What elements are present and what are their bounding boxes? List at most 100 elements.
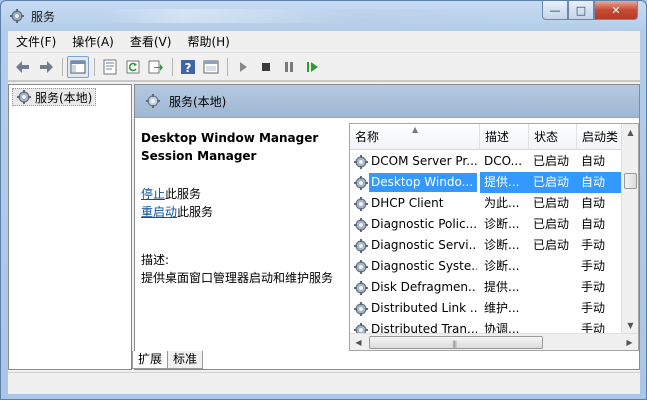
cell-description: 诊断... (484, 217, 520, 231)
sort-ascending-icon: ▲ (412, 125, 419, 134)
cell-name: DHCP Client (350, 193, 480, 214)
view-button[interactable] (200, 56, 222, 78)
status-bar (8, 372, 640, 394)
show-console-tree-button[interactable] (67, 55, 89, 78)
cell-status: 已启动 (533, 154, 570, 168)
tab-standard[interactable]: 标准 (167, 351, 204, 369)
forward-button[interactable] (35, 56, 57, 78)
cell-description: 为此... (484, 196, 520, 210)
stop-service-link[interactable]: 停止 (141, 187, 165, 201)
console-tree-icon (70, 60, 86, 73)
cell-name: Desktop Windo... (350, 172, 480, 193)
help-button[interactable]: ? (177, 56, 199, 78)
gear-icon (354, 301, 368, 316)
table-row[interactable]: Diagnostic Syste... 诊断... 手动 (350, 256, 622, 277)
cell-status (529, 277, 577, 298)
table-row[interactable]: Desktop Windo... 提供... 已启动 自动 (350, 172, 622, 193)
cell-description: 诊断... (484, 238, 520, 252)
gear-icon (354, 175, 368, 190)
cell-startup-type: 手动 (581, 259, 606, 273)
table-row[interactable]: DCOM Server Pr... DCO... 已启动 自动 (350, 151, 622, 172)
view-tabs: 扩展 标准 (132, 351, 204, 369)
table-row[interactable]: Disk Defragmen... 提供... 手动 (350, 277, 622, 298)
services-app-icon (10, 9, 24, 23)
service-name: DCOM Server Pr... (371, 154, 477, 168)
cell-status (529, 298, 577, 319)
cell-status (529, 256, 577, 277)
service-name: Diagnostic Syste... (371, 259, 477, 273)
scroll-right-arrow-icon[interactable]: ▶ (621, 334, 638, 350)
list-header: ▲ 名称 描述 状态 启动类 (350, 124, 622, 150)
resume-icon (307, 61, 318, 72)
back-arrow-icon (16, 60, 29, 73)
restart-service-link[interactable]: 重启动 (141, 205, 177, 219)
service-title-line2: Session Manager (141, 149, 257, 163)
service-name: DHCP Client (371, 196, 444, 210)
tree-item-label: 服务(本地) (35, 90, 93, 105)
table-row[interactable]: Distributed Link ... 维护... 手动 (350, 298, 622, 319)
cell-description: 诊断... (484, 259, 520, 273)
table-row[interactable]: Diagnostic Polic... 诊断... 已启动 自动 (350, 214, 622, 235)
column-header-label: 描述 (485, 130, 510, 144)
cell-name: Distributed Link ... (350, 298, 480, 319)
properties-icon (103, 59, 117, 74)
menu-view[interactable]: 查看(V) (122, 32, 180, 52)
tree-item-services-local[interactable]: 服务(本地) (12, 88, 97, 106)
back-button[interactable] (12, 56, 34, 78)
menu-help[interactable]: 帮助(H) (179, 32, 237, 52)
table-row[interactable]: Diagnostic Servi... 诊断... 已启动 手动 (350, 235, 622, 256)
table-row[interactable]: DHCP Client 为此... 已启动 自动 (350, 193, 622, 214)
service-title-line1: Desktop Window Manager (141, 131, 319, 145)
view-icon (203, 60, 219, 73)
content-area: 服务(本地) 服务(本地) Desktop Window Manager Ses… (8, 82, 640, 372)
console-tree: 服务(本地) (8, 84, 132, 370)
menu-action[interactable]: 操作(A) (64, 32, 122, 52)
tab-extended[interactable]: 扩展 (132, 351, 169, 369)
gear-icon (17, 90, 31, 104)
service-name: Diagnostic Polic... (371, 217, 477, 231)
column-header-name[interactable]: ▲ 名称 (350, 124, 480, 150)
services-list: ▲ 名称 描述 状态 启动类 DCOM Server Pr... DCO... 已启… (349, 123, 639, 351)
scroll-left-arrow-icon[interactable]: ◀ (350, 334, 367, 350)
stop-service-button[interactable] (255, 56, 277, 78)
column-header-description[interactable]: 描述 (480, 124, 529, 150)
column-header-status[interactable]: 状态 (529, 124, 577, 150)
stop-action: 停止此服务 (141, 185, 341, 203)
title-bar[interactable]: 服务 — □ ✕ (1, 1, 646, 31)
pause-service-button[interactable] (278, 56, 300, 78)
cell-status: 已启动 (533, 217, 570, 231)
vertical-scroll-thumb[interactable] (624, 173, 637, 189)
service-detail-panel: Desktop Window Manager Session Manager 停… (141, 129, 341, 287)
maximize-button[interactable]: □ (568, 1, 594, 20)
horizontal-scroll-thumb[interactable]: ||| (369, 336, 543, 349)
minimize-button[interactable]: — (542, 1, 568, 20)
toolbar: ? (8, 53, 640, 81)
gear-icon (354, 154, 368, 169)
cell-name: Diagnostic Servi... (350, 235, 480, 256)
close-button[interactable]: ✕ (594, 1, 638, 20)
menu-file[interactable]: 文件(F) (8, 32, 64, 52)
cell-startup-type: 自动 (577, 172, 622, 193)
export-list-button[interactable] (145, 56, 167, 78)
properties-button[interactable] (99, 56, 121, 78)
cell-description: 提供... (480, 172, 529, 193)
cell-name: Diagnostic Syste... (350, 256, 480, 277)
toolbar-separator (172, 57, 173, 76)
scroll-up-arrow-icon[interactable]: ▲ (622, 124, 638, 141)
vertical-scrollbar[interactable]: ▲ ▼ (621, 124, 638, 334)
restart-action: 重启动此服务 (141, 203, 341, 221)
refresh-button[interactable] (122, 56, 144, 78)
restart-service-button[interactable] (301, 56, 323, 78)
horizontal-scrollbar[interactable]: ◀ ||| ▶ (350, 333, 638, 350)
svg-text:?: ? (185, 61, 192, 75)
gear-icon (354, 280, 368, 295)
column-header-startup-type[interactable]: 启动类 (577, 124, 622, 150)
gear-icon (354, 217, 368, 232)
toolbar-separator (62, 57, 63, 76)
start-service-button[interactable] (232, 56, 254, 78)
cell-description: 提供... (484, 280, 520, 294)
window-title: 服务 (31, 10, 56, 24)
grip-icon: ||| (452, 340, 457, 348)
description-text: 提供桌面窗口管理器启动和维护服务 (141, 271, 334, 285)
scroll-down-arrow-icon[interactable]: ▼ (622, 317, 638, 334)
